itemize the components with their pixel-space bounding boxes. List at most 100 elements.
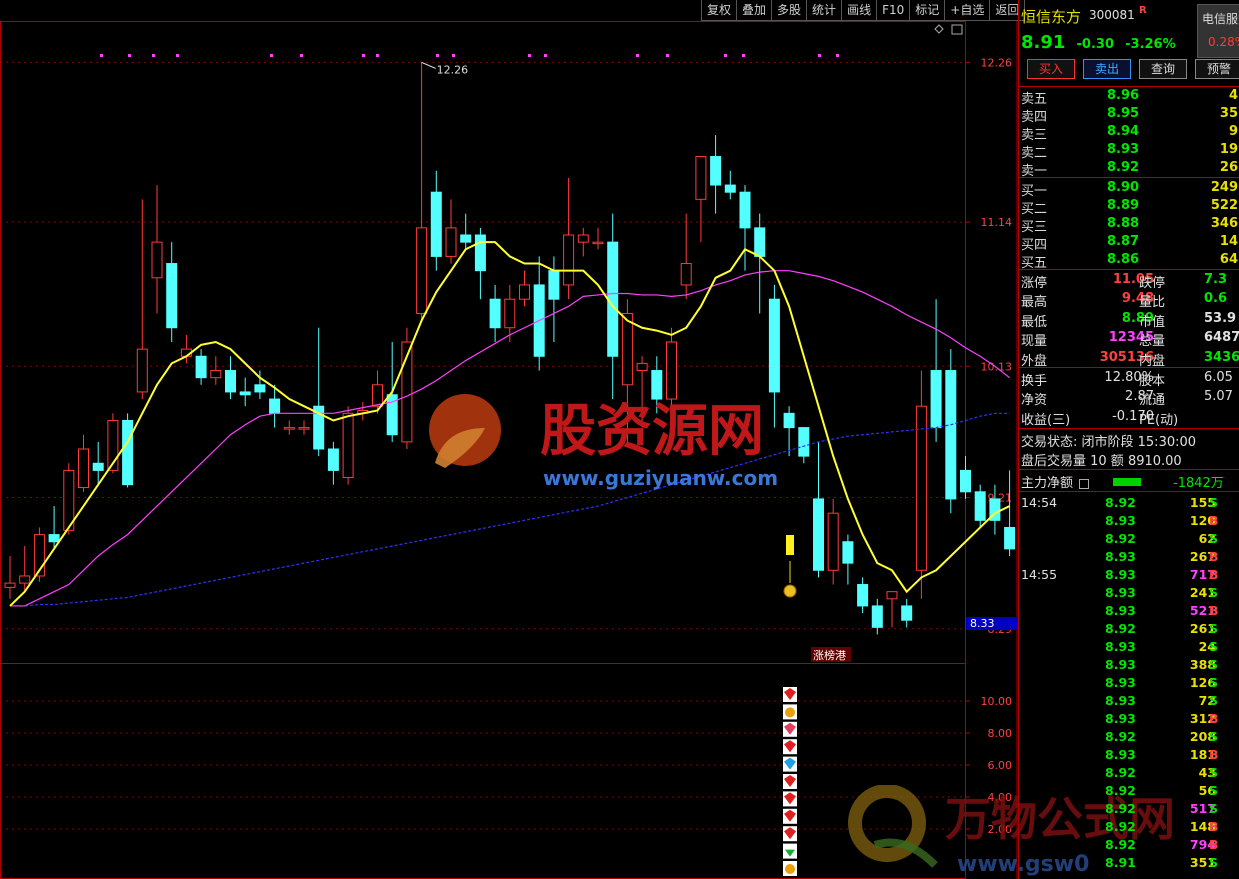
alert-button[interactable]: 预警: [1195, 59, 1239, 79]
candle-up: [342, 412, 354, 479]
tick-side: S: [1209, 585, 1219, 600]
tick-row: 8.92 56 S: [1019, 782, 1239, 800]
asks-row[interactable]: 卖一 8.92 26: [1019, 159, 1239, 179]
candle-down: [254, 384, 266, 393]
tick-price: 8.93: [1105, 513, 1136, 528]
candle-up: [136, 348, 148, 393]
stat-value: 5.07: [1204, 389, 1233, 405]
bids-row[interactable]: 买三 8.88 346: [1019, 215, 1239, 235]
candle-down: [607, 241, 619, 357]
tick-price: 8.93: [1105, 657, 1136, 672]
bids-row[interactable]: 买五 8.86 64: [1019, 251, 1239, 271]
tick-price: 8.93: [1105, 639, 1136, 654]
price-tag: 8.33: [970, 617, 995, 630]
tick-price: 8.92: [1105, 801, 1136, 816]
tick-row: 8.93 72 S: [1019, 692, 1239, 710]
fundamental-stats: 换手 12.80% 股本 6.05 净资 2.87 流通 5.07 收益(三) -0.170 PE(…: [1019, 369, 1239, 428]
tick-price: 8.93: [1105, 693, 1136, 708]
bids-volume: 522: [1210, 198, 1238, 213]
sector-box[interactable]: 电信服务 0.28%: [1197, 4, 1239, 58]
asks-row[interactable]: 卖二 8.93 19: [1019, 141, 1239, 161]
buy-button[interactable]: 买入: [1027, 59, 1075, 79]
asks-row[interactable]: 卖五 8.96 4: [1019, 87, 1239, 107]
stat-value: 7.3: [1204, 272, 1228, 287]
stat-row: 现量12345总量64878: [1019, 329, 1239, 349]
moneybag-icon: [785, 864, 795, 874]
bids-row[interactable]: 买一 8.90 249: [1019, 179, 1239, 199]
query-button[interactable]: 查询: [1139, 59, 1187, 79]
chart-toolbar: 复权 叠加 多股 统计 画线 F10 标记 +自选 返回: [701, 0, 1026, 21]
tick-row: 8.92 148 B: [1019, 818, 1239, 836]
stat-label: PE(动): [1139, 412, 1179, 428]
high-label: 12.26: [437, 63, 469, 76]
stock-name[interactable]: 恒信东方: [1021, 6, 1081, 27]
toolbar-button[interactable]: +自选: [944, 0, 991, 21]
bids-price: 8.89: [1107, 198, 1140, 213]
bids-price: 8.88: [1107, 216, 1140, 231]
asks-row[interactable]: 卖三 8.94 9: [1019, 123, 1239, 143]
candle-up: [695, 156, 707, 200]
candle-up: [680, 263, 692, 286]
tick-list[interactable]: 14:54 8.92 155 S 8.93 120 B 8.92 62 S 8.93 267 B 14:5…: [1019, 494, 1239, 872]
candle-up: [151, 241, 163, 279]
tick-row: 8.93 24 S: [1019, 638, 1239, 656]
ask-book: 卖五 8.96 4 卖四 8.95 35 卖三 8.94 9 卖二 8.93 19 卖一 8.92 26: [1019, 87, 1239, 179]
toolbar-button[interactable]: 标记: [909, 0, 946, 21]
signal-dot: [636, 54, 639, 57]
moneybag-icon: [785, 707, 795, 718]
candle-up: [445, 227, 457, 257]
candle-down: [269, 398, 281, 414]
tick-price: 8.93: [1105, 603, 1136, 618]
toolbar-button[interactable]: F10: [876, 0, 911, 21]
candle-up: [563, 234, 575, 286]
y-tick-label: 11.14: [981, 216, 1013, 229]
tick-side: S: [1209, 639, 1219, 654]
watermark-guziyuan: 股资源网 www.guziyuanw.com: [425, 388, 825, 502]
candle-down: [460, 234, 472, 243]
asks-row[interactable]: 卖四 8.95 35: [1019, 105, 1239, 125]
candle-up: [78, 448, 89, 489]
tick-side: S: [1209, 657, 1219, 672]
toolbar-button[interactable]: 多股: [771, 0, 808, 21]
stat-label: 最高: [1021, 295, 1048, 311]
after-hours: 盘后交易量 10 额 8910.00: [1021, 454, 1182, 469]
tick-time: 14:55: [1021, 567, 1058, 582]
candle-down: [548, 270, 560, 300]
toolbar-button[interactable]: 统计: [806, 0, 843, 21]
bids-price: 8.86: [1107, 252, 1140, 267]
y-tick-label: 12.26: [981, 56, 1013, 69]
tick-side: B: [1209, 819, 1219, 834]
divider: [1019, 177, 1239, 178]
tick-row: 8.93 521 B: [1019, 602, 1239, 620]
candle-down: [48, 534, 60, 543]
divider: [1019, 491, 1239, 492]
signal-dot: [300, 54, 303, 57]
toolbar-button[interactable]: 画线: [841, 0, 878, 21]
tick-price: 8.93: [1105, 549, 1136, 564]
net-flow-label[interactable]: 主力净额: [1021, 472, 1090, 491]
bids-volume: 346: [1210, 216, 1238, 231]
toolbar-button[interactable]: 复权: [701, 0, 738, 21]
candle-down: [901, 605, 913, 621]
candle-up: [915, 405, 927, 571]
tick-row: 8.93 241 S: [1019, 584, 1239, 602]
candle-down: [195, 355, 207, 379]
tick-side: S: [1209, 729, 1219, 744]
tick-side: S: [1209, 495, 1219, 510]
candle-up: [636, 362, 648, 372]
menu-icon[interactable]: [1079, 478, 1090, 489]
stat-label: 涨停: [1021, 276, 1048, 291]
asks-price: 8.92: [1107, 160, 1140, 175]
panel-toggle-icon: [951, 24, 963, 35]
bids-row[interactable]: 买二 8.89 522: [1019, 197, 1239, 217]
divider: [1019, 469, 1239, 470]
toolbar-button[interactable]: 叠加: [736, 0, 773, 21]
candle-down: [724, 184, 736, 193]
candle-up: [519, 284, 530, 300]
sell-button[interactable]: 卖出: [1083, 59, 1131, 79]
bids-row[interactable]: 买四 8.87 14: [1019, 233, 1239, 253]
signal-dot: [100, 54, 103, 57]
tick-side: B: [1209, 711, 1219, 726]
stat-row: 最高 9.48 量比 0.6: [1019, 290, 1239, 311]
signal-dot: [836, 54, 839, 57]
